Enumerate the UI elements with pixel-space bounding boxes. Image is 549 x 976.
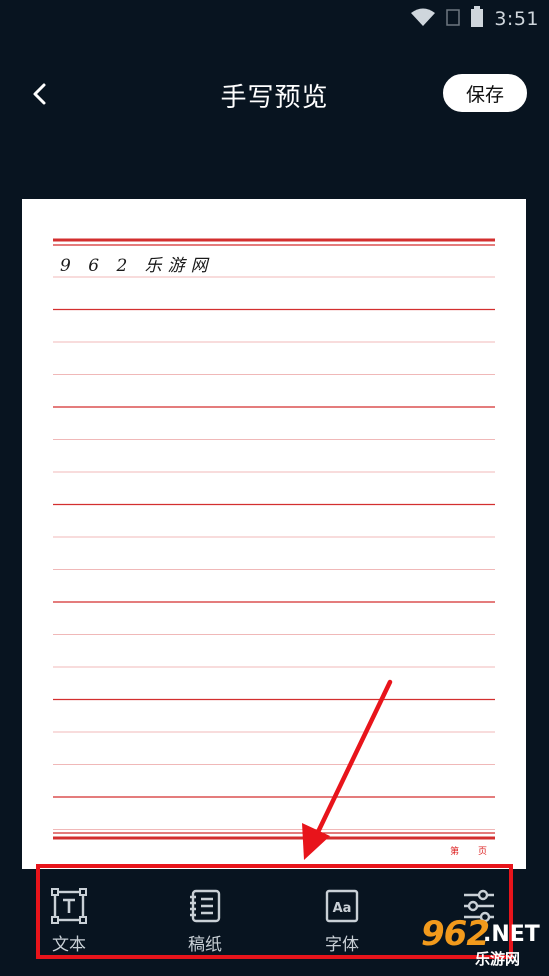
status-time: 3:51 (494, 8, 539, 30)
battery-icon (470, 6, 484, 32)
tool-paper-label: 稿纸 (188, 935, 222, 955)
svg-text:Aa: Aa (333, 901, 352, 916)
signal-icon (446, 7, 461, 31)
header: 手写预览 保存 (0, 62, 549, 126)
status-icons: 3:51 (410, 6, 539, 32)
handwriting-text: 9 6 2 乐游网 (60, 256, 214, 276)
paper-preview: 9 6 2 乐游网 第 页 (22, 199, 526, 869)
save-button[interactable]: 保存 (443, 74, 527, 112)
tool-font-label: 字体 (325, 935, 359, 955)
wifi-icon (410, 7, 436, 31)
watermark-logo: 962 .NET 乐游网 (411, 914, 543, 970)
text-box-icon (51, 888, 87, 924)
status-bar: 3:51 (0, 0, 549, 36)
tool-text[interactable]: 文本 (29, 888, 109, 955)
watermark-domain: .NET (483, 922, 540, 947)
watermark-name: 乐游网 (475, 950, 521, 968)
tool-paper[interactable]: 稿纸 (165, 888, 245, 955)
tool-text-label: 文本 (52, 935, 86, 955)
font-aa-icon: Aa (325, 889, 359, 923)
notebook-icon (190, 889, 221, 923)
paper-rules (53, 238, 495, 840)
tool-font[interactable]: Aa 字体 (302, 888, 382, 955)
page-number-label: 第 页 (450, 847, 495, 857)
